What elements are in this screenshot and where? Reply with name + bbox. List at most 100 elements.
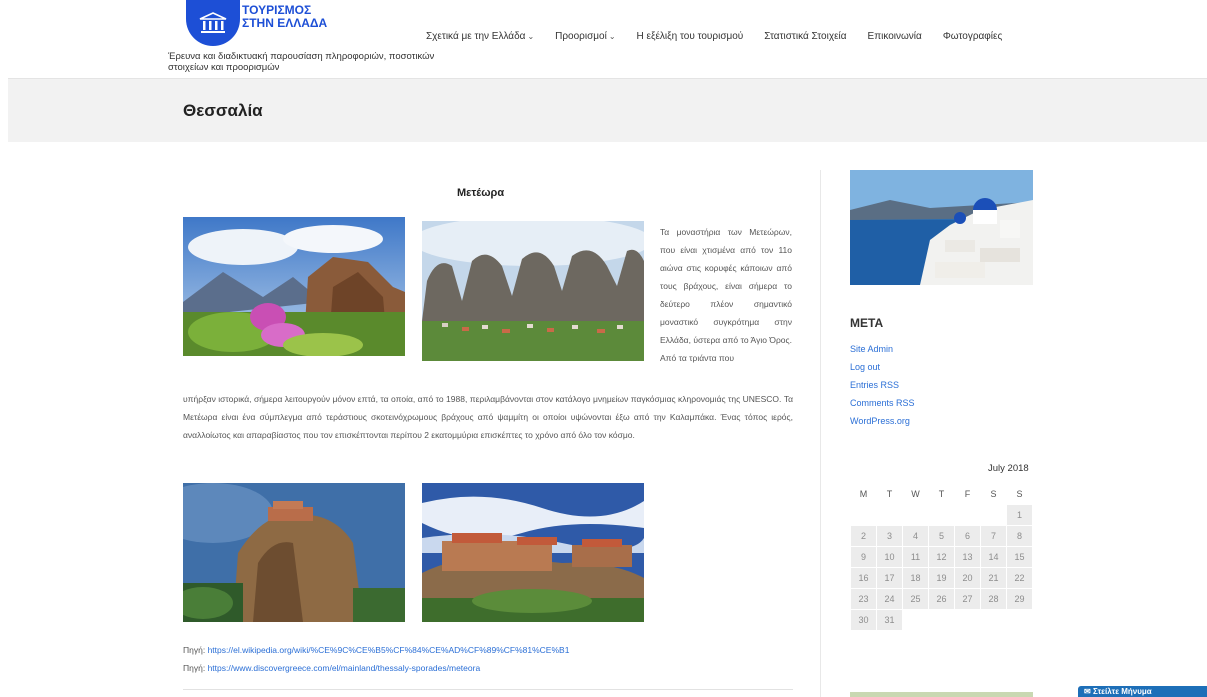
temple-icon xyxy=(186,0,240,46)
article-paragraph-part-2: υπήρξαν ιστορικά, σήμερα λειτουργούν μόν… xyxy=(183,394,793,440)
calendar-day: 27 xyxy=(955,589,980,609)
calendar-day: 21 xyxy=(981,568,1006,588)
calendar-body: 1 2 3 4 5 6 7 8 9 10 11 12 13 14 15 16 17 18 19 20 21 22 23 24 2… xyxy=(851,505,1032,630)
source-line-2: Πηγή: https://www.discovergreece.com/el/… xyxy=(183,663,480,673)
nav-item-contact[interactable]: Επικοινωνία xyxy=(868,31,922,42)
article-heading: Μετέωρα xyxy=(457,187,505,199)
meteora-photo-1[interactable] xyxy=(183,217,405,356)
calendar-day: 25 xyxy=(903,589,928,609)
calendar-empty-cell xyxy=(929,505,954,525)
calendar-table: M T W T F S S 1 2 3 4 5 6 7 8 9 10 11 12 13 14 15 16 17 1… xyxy=(850,483,1033,631)
calendar-day: 17 xyxy=(877,568,902,588)
calendar-day: 24 xyxy=(877,589,902,609)
send-message-button[interactable]: ✉ Στείλτε Μήνυμα xyxy=(1078,686,1207,697)
calendar-empty-cell xyxy=(851,505,876,525)
meta-link-log-out[interactable]: Log out xyxy=(850,362,915,380)
site-logo[interactable]: ΤΟΥΡΙΣΜΟΣ ΣΤΗΝ ΕΛΛΑΔΑ xyxy=(186,0,327,46)
page-title-band: Θεσσαλία xyxy=(8,78,1207,142)
sidebar-photo-2 xyxy=(850,692,1033,697)
main-nav: Σχετικά με την Ελλάδα ⌄ Προορισμοί ⌄ Η εξέ… xyxy=(426,31,1023,42)
page-title: Θεσσαλία xyxy=(183,101,263,120)
calendar-day: 16 xyxy=(851,568,876,588)
nav-item-destinations[interactable]: Προορισμοί ⌄ xyxy=(555,31,615,42)
calendar-day: 19 xyxy=(929,568,954,588)
calendar-day: 9 xyxy=(851,547,876,567)
calendar-week-row: 2345678 xyxy=(851,526,1032,546)
calendar-empty-cell xyxy=(903,505,928,525)
weekday-header: M xyxy=(859,489,868,499)
meta-widget-title: META xyxy=(850,316,884,330)
calendar-day: 14 xyxy=(981,547,1006,567)
calendar-day: 28 xyxy=(981,589,1006,609)
article-footer-divider xyxy=(183,689,793,697)
logo-line-2: ΣΤΗΝ ΕΛΛΑΔΑ xyxy=(242,16,328,30)
calendar-day: 23 xyxy=(851,589,876,609)
calendar-day: 26 xyxy=(929,589,954,609)
calendar-week-row: 1 xyxy=(851,505,1032,525)
calendar-week-row: 30 31 xyxy=(851,610,1032,630)
calendar-day: 20 xyxy=(955,568,980,588)
nav-label: Η εξέλιξη του τουρισμού xyxy=(636,31,744,42)
article-paragraph-part-1: Τα μοναστήρια των Μετεώρων, που είναι χτ… xyxy=(660,227,792,363)
calendar-day: 4 xyxy=(903,526,928,546)
sidebar-divider xyxy=(820,170,821,697)
calendar-week-row: 16 17 18 19 20 21 22 xyxy=(851,568,1032,588)
calendar-week-row: 9 10 11 12 13 14 15 xyxy=(851,547,1032,567)
calendar-day: 13 xyxy=(955,547,980,567)
calendar-empty-cell xyxy=(955,505,980,525)
source-link-wikipedia[interactable]: https://el.wikipedia.org/wiki/%CE%9C%CE%… xyxy=(208,645,570,655)
calendar-empty-cell xyxy=(877,505,902,525)
source-prefix: Πηγή: xyxy=(183,663,208,673)
calendar-day: 6 xyxy=(955,526,980,546)
weekday-header: S xyxy=(990,489,997,499)
calendar-empty-cell xyxy=(955,610,980,630)
calendar-caption: July 2018 xyxy=(988,463,1029,474)
source-prefix: Πηγή: xyxy=(183,645,208,655)
site-header: ΤΟΥΡΙΣΜΟΣ ΣΤΗΝ ΕΛΛΑΔΑ Έρευνα και διαδικτ… xyxy=(0,0,1207,78)
santorini-photo[interactable] xyxy=(850,170,1033,285)
meteora-photo-4[interactable] xyxy=(422,483,644,622)
meteora-photo-2[interactable] xyxy=(422,221,644,361)
calendar-empty-cell xyxy=(1007,610,1032,630)
meteora-photo-3[interactable] xyxy=(183,483,405,622)
weekday-header: T xyxy=(886,489,893,499)
meta-link-wordpress[interactable]: WordPress.org xyxy=(850,416,915,434)
source-line-1: Πηγή: https://el.wikipedia.org/wiki/%CE%… xyxy=(183,645,569,655)
calendar-day: 29 xyxy=(1007,589,1032,609)
nav-item-photos[interactable]: Φωτογραφίες xyxy=(943,31,1002,42)
nav-label: Προορισμοί xyxy=(555,31,607,42)
calendar-day: 31 xyxy=(877,610,902,630)
meta-links: Site Admin Log out Entries RSS Comments … xyxy=(850,344,915,434)
meta-link-entries-rss[interactable]: Entries RSS xyxy=(850,380,915,398)
logo-text: ΤΟΥΡΙΣΜΟΣ ΣΤΗΝ ΕΛΛΑΔΑ xyxy=(242,4,327,30)
calendar-day: 15 xyxy=(1007,547,1032,567)
chat-icon: ✉ xyxy=(1084,687,1093,696)
source-link-discovergreece[interactable]: https://www.discovergreece.com/el/mainla… xyxy=(208,663,481,673)
calendar-day: 30 xyxy=(851,610,876,630)
weekday-header: T xyxy=(938,489,945,499)
calendar-day: 18 xyxy=(903,568,928,588)
weekday-header: S xyxy=(1016,489,1023,499)
nav-item-tourism-evolution[interactable]: Η εξέλιξη του τουρισμού xyxy=(637,31,744,42)
calendar-day: 10 xyxy=(877,547,902,567)
nav-label: Στατιστικά Στοιχεία xyxy=(764,31,847,42)
meta-link-comments-rss[interactable]: Comments RSS xyxy=(850,398,915,416)
calendar-day: 2 xyxy=(851,526,876,546)
calendar-empty-cell xyxy=(929,610,954,630)
meta-link-site-admin[interactable]: Site Admin xyxy=(850,344,915,362)
calendar-day: 12 xyxy=(929,547,954,567)
nav-label: Επικοινωνία xyxy=(867,31,922,42)
chevron-down-icon: ⌄ xyxy=(608,32,616,41)
nav-label: Φωτογραφίες xyxy=(942,31,1003,42)
nav-item-statistics[interactable]: Στατιστικά Στοιχεία xyxy=(764,31,846,42)
nav-item-about-greece[interactable]: Σχετικά με την Ελλάδα ⌄ xyxy=(426,31,534,42)
calendar-weekday-row: M T W T F S S xyxy=(851,484,1032,504)
calendar-day: 11 xyxy=(903,547,928,567)
calendar-day: 7 xyxy=(981,526,1006,546)
calendar-empty-cell xyxy=(903,610,928,630)
weekday-header: F xyxy=(964,489,971,499)
calendar-day: 22 xyxy=(1007,568,1032,588)
site-tagline: Έρευνα και διαδικτυακή παρουσίαση πληροφ… xyxy=(168,51,435,73)
calendar-day: 1 xyxy=(1007,505,1032,525)
calendar-day: 5 xyxy=(929,526,954,546)
